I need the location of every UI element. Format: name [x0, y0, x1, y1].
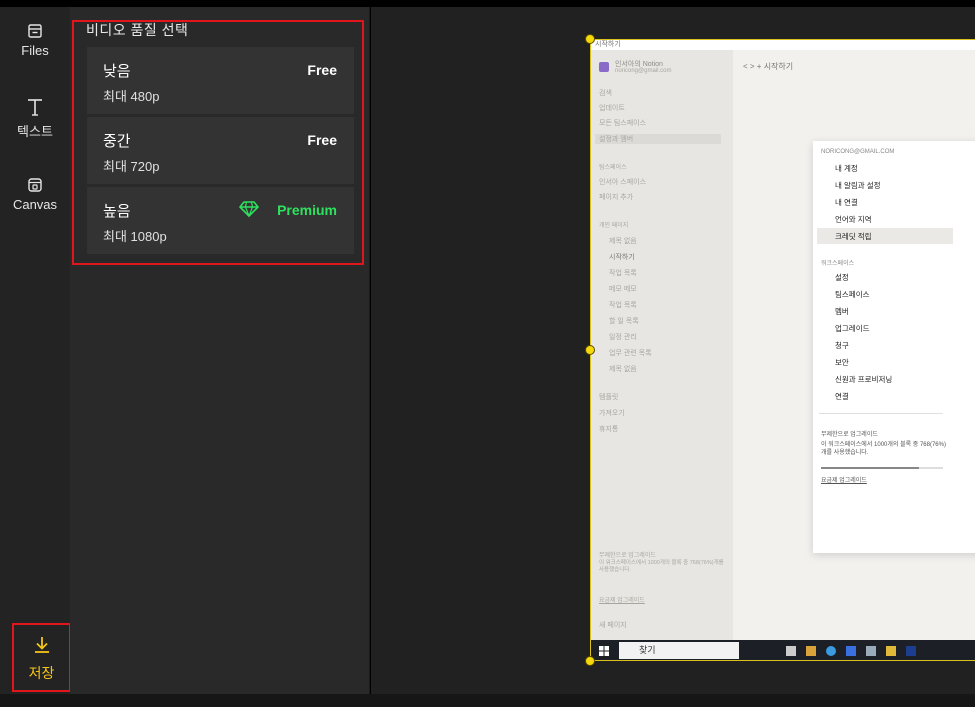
windows-start-icon: [599, 646, 609, 656]
sidebar-item: 시작하기: [609, 254, 635, 261]
workspace-email: noricong@gmail.com: [615, 68, 672, 74]
sidebar-item: 인서아 스페이스: [599, 179, 647, 186]
breadcrumb: < > + 시작하기: [743, 62, 794, 71]
menu-upgrade-title: 무제한으로 업그레이드: [821, 432, 878, 438]
text-label: 텍스트: [17, 124, 53, 139]
preview-frame[interactable]: 시작하기 인서아의 Notion noricong@gmail.com 검색 업…: [590, 39, 975, 661]
canvas-button[interactable]: Canvas: [0, 177, 70, 212]
mail-icon: [846, 646, 856, 656]
canvas-icon: [28, 178, 42, 192]
menu-item: 언어와 지역: [835, 215, 872, 224]
highlight-box: [72, 20, 364, 265]
windows-taskbar: 찾기: [591, 640, 975, 660]
files-icon: [28, 24, 42, 38]
canvas-label: Canvas: [12, 197, 58, 212]
left-rail: Files 텍스트 Canvas: [0, 7, 70, 694]
sidebar-item: 업무 관련 목록: [609, 350, 652, 357]
upgrade-title: 무제한으로 업그레이드: [599, 553, 656, 559]
menu-item: 설정: [835, 273, 849, 282]
menu-item: 청구: [835, 341, 849, 350]
sidebar-item: 설정과 멤버: [595, 134, 721, 144]
sidebar-item: 업데이트: [599, 105, 625, 112]
save-label: 저장: [28, 665, 55, 681]
sidebar-item: 작업 목록: [609, 302, 637, 309]
sidebar-header: 개인 페이지: [599, 223, 629, 229]
app-icon: [866, 646, 876, 656]
bottom-bar: [0, 694, 975, 707]
menu-item: 신원과 프로비저닝: [835, 375, 893, 384]
save-button[interactable]: 저장: [12, 623, 71, 692]
files-label: Files: [21, 43, 49, 58]
breadcrumb-text: 시작하기: [763, 62, 794, 71]
app-icon: [806, 646, 816, 656]
sidebar-item: 작업 목록: [609, 270, 637, 277]
upgrade-link: 요금제 업그레이드: [599, 598, 645, 604]
sidebar-item: 검색: [599, 90, 612, 97]
upgrade-text: 이 워크스페이스에서 1000개의 블록 중 768(76%)개를 사용했습니다…: [599, 560, 724, 573]
text-button[interactable]: 텍스트: [0, 97, 70, 140]
workspace-header: 워크스페이스: [821, 261, 855, 267]
window-title: 시작하기: [591, 40, 975, 50]
resize-handle-top-left[interactable]: [585, 34, 595, 44]
sidebar-item: 메모 메모: [609, 286, 637, 293]
email-header: NORICONG@GMAIL.COM: [821, 149, 895, 155]
resize-handle-left[interactable]: [585, 345, 595, 355]
menu-item: 내 알림과 설정: [835, 181, 881, 190]
sidebar-item: 모든 팀스페이스: [599, 120, 647, 127]
sidebar-item: 제목 없음: [609, 238, 637, 245]
sidebar-item: 페이지 추가: [599, 194, 634, 201]
task-view-icon: [786, 646, 796, 656]
browser-icon: [826, 646, 836, 656]
resize-handle-bottom-left[interactable]: [585, 656, 595, 666]
new-page: 새 페이지: [599, 622, 627, 629]
menu-divider: [819, 413, 943, 414]
notion-sidebar: 인서아의 Notion noricong@gmail.com 검색 업데이트 모…: [591, 50, 733, 640]
taskbar-search: 찾기: [619, 642, 739, 659]
usage-bar: [821, 467, 943, 469]
sidebar-item: 제목 없음: [609, 366, 637, 373]
sidebar-header: 팀스페이스: [599, 165, 627, 171]
settings-menu: NORICONG@GMAIL.COM 내 계정 내 알림과 설정 내 연결 언어…: [813, 141, 975, 553]
menu-item: 보안: [835, 358, 849, 367]
folder-icon: [886, 646, 896, 656]
menu-item: 업그레이드: [835, 324, 870, 333]
files-button[interactable]: Files: [0, 23, 70, 58]
menu-upgrade-link: 요금제 업그레이드: [821, 478, 867, 484]
taskbar-search-label: 찾기: [639, 645, 656, 655]
menu-item: 멤버: [835, 307, 849, 316]
menu-item: 팀스페이스: [835, 290, 870, 299]
photoshop-icon: [906, 646, 916, 656]
sidebar-item: 할 일 목록: [609, 318, 639, 325]
menu-item: 내 연결: [835, 198, 858, 207]
menu-item: 내 계정: [835, 164, 858, 173]
menu-item: 크레딧 적립: [835, 232, 872, 241]
download-icon: [35, 637, 49, 653]
workspace-avatar: [599, 62, 609, 72]
menu-upgrade-text: 이 워크스페이스에서 1000개의 블록 중 768(76%)개를 사용했습니다…: [821, 442, 946, 456]
sidebar-item: 템플릿: [599, 394, 619, 401]
sidebar-item: 일정 관리: [609, 334, 637, 341]
menu-item: 연결: [835, 392, 849, 401]
text-icon: [28, 99, 42, 116]
top-bar: [0, 0, 975, 7]
sidebar-item: 가져오기: [599, 410, 625, 417]
sidebar-item: 휴지통: [599, 426, 619, 433]
